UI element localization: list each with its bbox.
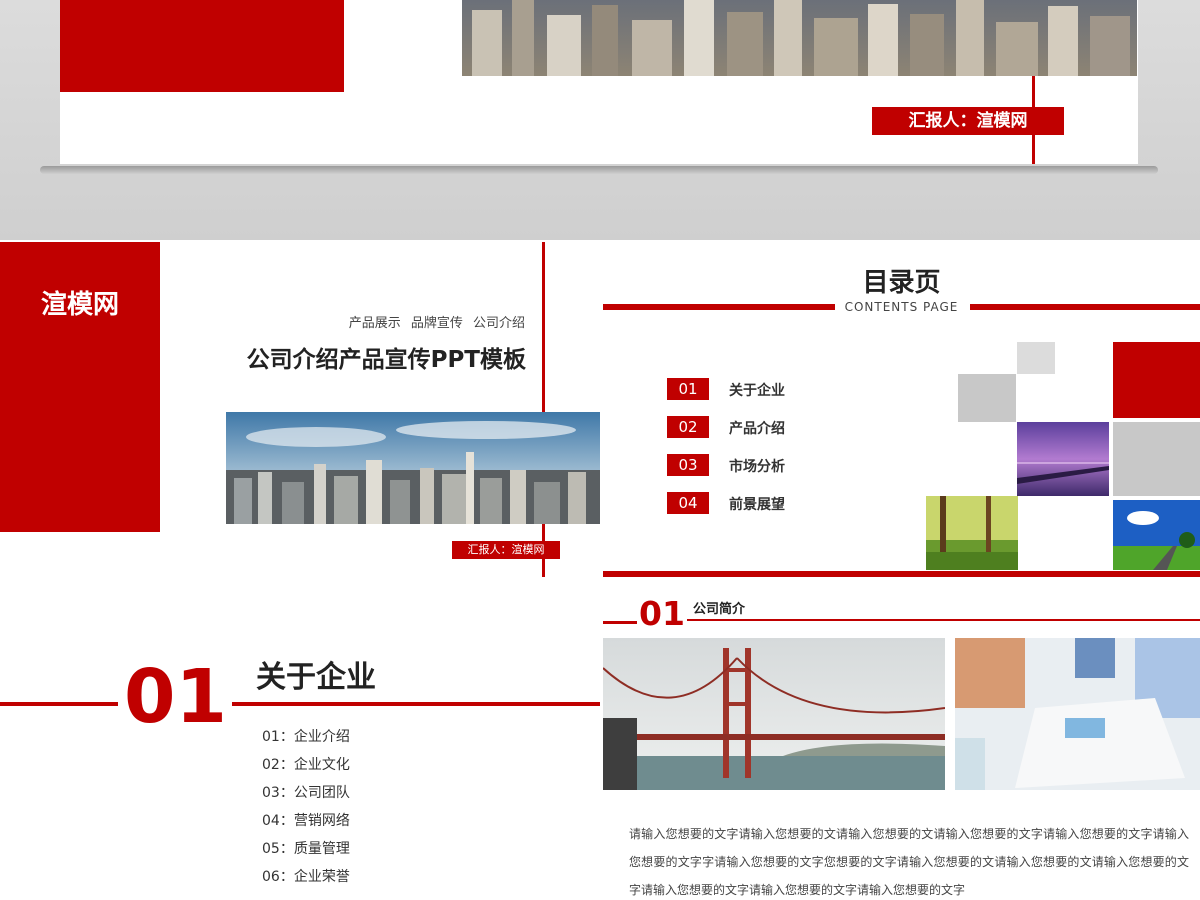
mosaic-tile bbox=[1113, 422, 1200, 496]
slide-company-intro[interactable]: 01 公司简介 请输入您想要的文字请输入您想要的文请输入您想要的文请输入您想要的… bbox=[603, 580, 1200, 900]
slide-cover[interactable]: 渲模网 产品展示 品牌宣传 公司介绍 公司介绍产品宣传PPT模板 汇报人：渲模网 bbox=[0, 242, 600, 577]
section-item[interactable]: 06：企业荣誉 bbox=[262, 866, 350, 886]
cover-vertical-rule bbox=[542, 242, 545, 577]
section-item[interactable]: 01：企业介绍 bbox=[262, 726, 350, 746]
hero-red-block bbox=[60, 0, 344, 92]
cover-brand: 渲模网 bbox=[40, 290, 119, 320]
slide-contents[interactable]: 目录页 CONTENTS PAGE 01 关于企业 02 产品介绍 03 市场分… bbox=[603, 242, 1200, 577]
toc-item-3[interactable]: 市场分析 bbox=[729, 456, 785, 476]
intro-meeting-image bbox=[955, 638, 1200, 790]
contents-rule-right bbox=[970, 304, 1200, 310]
section-number: 01 bbox=[124, 654, 227, 740]
mosaic-tile bbox=[1017, 342, 1055, 374]
contents-bottom-rule bbox=[603, 571, 1200, 577]
section-rule-right bbox=[232, 702, 600, 706]
contents-title: 目录页 bbox=[862, 268, 941, 298]
hero-shadow-bar bbox=[40, 166, 1158, 174]
toc-item-4[interactable]: 前景展望 bbox=[729, 494, 785, 514]
intro-number: 01 bbox=[639, 594, 685, 633]
intro-title: 公司简介 bbox=[693, 602, 746, 617]
mosaic-red-tile bbox=[1113, 342, 1200, 418]
section-title: 关于企业 bbox=[256, 660, 376, 695]
cover-reporter-tag: 汇报人：渲模网 bbox=[452, 541, 560, 559]
cover-city-image bbox=[226, 412, 600, 524]
toc-item-2[interactable]: 产品介绍 bbox=[729, 418, 785, 438]
intro-bridge-image bbox=[603, 638, 945, 790]
section-item[interactable]: 04：营销网络 bbox=[262, 810, 350, 830]
hero-reporter-tag: 汇报人：渲模网 bbox=[872, 107, 1064, 135]
toc-number-3: 03 bbox=[667, 454, 709, 476]
intro-rule-right bbox=[687, 619, 1200, 621]
section-item[interactable]: 02：企业文化 bbox=[262, 754, 350, 774]
intro-body-text: 请输入您想要的文字请输入您想要的文请输入您想要的文请输入您想要的文字请输入您想要… bbox=[629, 827, 1189, 897]
slide-section[interactable]: 01 关于企业 01：企业介绍 02：企业文化 03：公司团队 04：营销网络 … bbox=[0, 580, 600, 900]
cover-title: 公司介绍产品宣传PPT模板 bbox=[246, 347, 526, 373]
toc-number-1: 01 bbox=[667, 378, 709, 400]
hero-slide-preview: 汇报人：渲模网 bbox=[0, 0, 1200, 240]
toc-number-2: 02 bbox=[667, 416, 709, 438]
toc-number-4: 04 bbox=[667, 492, 709, 514]
mosaic-pier-image bbox=[1017, 422, 1109, 496]
intro-rule-left bbox=[603, 621, 637, 624]
section-rule-left bbox=[0, 702, 118, 706]
hero-city-image bbox=[462, 0, 1137, 76]
mosaic-forest-image bbox=[926, 496, 1018, 570]
section-item[interactable]: 03：公司团队 bbox=[262, 782, 350, 802]
mosaic-field-image bbox=[1113, 500, 1200, 570]
toc-item-1[interactable]: 关于企业 bbox=[729, 380, 785, 400]
cover-subtitle: 产品展示 品牌宣传 公司介绍 bbox=[348, 316, 525, 331]
section-item[interactable]: 05：质量管理 bbox=[262, 838, 350, 858]
mosaic-tile bbox=[958, 374, 1016, 422]
